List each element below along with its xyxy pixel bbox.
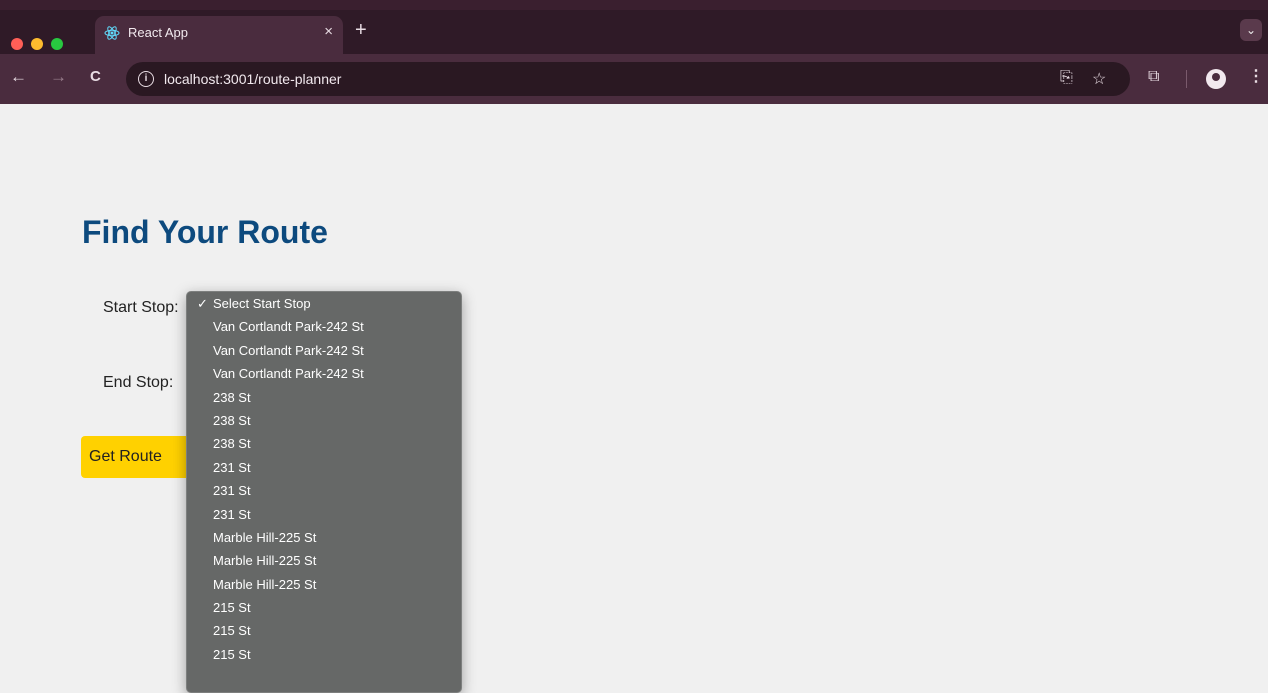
dropdown-option[interactable]: Van Cortlandt Park-242 St bbox=[187, 339, 461, 362]
dropdown-option-label: Marble Hill-225 St bbox=[213, 553, 317, 569]
dropdown-option-label: 238 St bbox=[213, 412, 251, 428]
dropdown-option-label: Van Cortlandt Park-242 St bbox=[213, 342, 364, 358]
minimize-window-button[interactable] bbox=[31, 38, 43, 50]
toolbar-divider bbox=[1186, 70, 1187, 88]
dropdown-option-label: 215 St bbox=[213, 600, 251, 616]
dropdown-option[interactable]: Marble Hill-225 St bbox=[187, 526, 461, 549]
tab-search-chevron-icon[interactable]: ⌄ bbox=[1240, 19, 1262, 41]
dropdown-option-label: Select Start Stop bbox=[213, 296, 311, 311]
info-icon[interactable]: i bbox=[138, 71, 154, 87]
menu-icon[interactable]: ⋮ bbox=[1248, 68, 1264, 86]
browser-tab[interactable]: React App × bbox=[95, 16, 343, 54]
dropdown-option-label: Marble Hill-225 St bbox=[213, 529, 317, 545]
dropdown-option-label: 238 St bbox=[213, 389, 251, 405]
react-favicon bbox=[104, 26, 120, 40]
profile-icon[interactable] bbox=[1206, 69, 1226, 89]
tab-title: React App bbox=[128, 25, 188, 40]
address-bar[interactable]: i localhost:3001/route-planner ⎘ ☆ bbox=[126, 62, 1130, 96]
dropdown-option-label: Van Cortlandt Park-242 St bbox=[213, 366, 364, 382]
dropdown-option[interactable]: ✓ Select Start Stop bbox=[187, 292, 461, 315]
extensions-icon[interactable]: ⧉ bbox=[1148, 68, 1159, 86]
dropdown-option[interactable]: Van Cortlandt Park-242 St bbox=[187, 315, 461, 338]
start-stop-label: Start Stop: bbox=[103, 299, 179, 316]
dropdown-option[interactable]: 231 St bbox=[187, 479, 461, 502]
end-stop-label: End Stop: bbox=[103, 374, 174, 391]
dropdown-option[interactable]: 238 St bbox=[187, 409, 461, 432]
new-tab-icon[interactable]: + bbox=[355, 20, 367, 40]
dropdown-option[interactable]: 238 St bbox=[187, 432, 461, 455]
forward-icon[interactable]: → bbox=[50, 67, 67, 87]
dropdown-option[interactable]: Van Cortlandt Park-242 St bbox=[187, 362, 461, 385]
page-title: Find Your Route bbox=[82, 214, 328, 250]
dropdown-option-label: 231 St bbox=[213, 506, 251, 522]
star-icon[interactable]: ☆ bbox=[1092, 69, 1106, 89]
browser-toolbar: ← → C i localhost:3001/route-planner ⎘ ☆… bbox=[0, 54, 1268, 104]
dropdown-option[interactable]: 238 St bbox=[187, 386, 461, 409]
dropdown-option-label: 231 St bbox=[213, 483, 251, 499]
dropdown-option-label: 238 St bbox=[213, 436, 251, 452]
window-controls bbox=[11, 38, 63, 50]
dropdown-option[interactable]: Marble Hill-225 St bbox=[187, 549, 461, 572]
dropdown-option[interactable]: 215 St bbox=[187, 643, 461, 666]
dropdown-option-label: 215 St bbox=[213, 623, 251, 639]
browser-chrome: React App × + ⌄ ← → C i localhost:3001/r… bbox=[0, 0, 1268, 104]
dropdown-option-label: 231 St bbox=[213, 459, 251, 475]
reload-icon[interactable]: C bbox=[90, 67, 101, 87]
install-icon[interactable]: ⎘ bbox=[1060, 69, 1073, 87]
dropdown-option[interactable]: 231 St bbox=[187, 503, 461, 526]
close-window-button[interactable] bbox=[11, 38, 23, 50]
dropdown-option-label: 215 St bbox=[213, 646, 251, 662]
start-stop-dropdown[interactable]: ✓ Select Start Stop Van Cortlandt Park-242… bbox=[186, 291, 462, 693]
dropdown-option-label: Van Cortlandt Park-242 St bbox=[213, 319, 364, 335]
url-text[interactable]: localhost:3001/route-planner bbox=[164, 71, 341, 87]
close-tab-icon[interactable]: × bbox=[324, 23, 333, 40]
maximize-window-button[interactable] bbox=[51, 38, 63, 50]
dropdown-option[interactable]: 215 St bbox=[187, 596, 461, 619]
get-route-button[interactable]: Get Route bbox=[81, 436, 191, 478]
dropdown-option-label: Marble Hill-225 St bbox=[213, 576, 317, 592]
checkmark-icon: ✓ bbox=[197, 296, 208, 311]
dropdown-option[interactable]: 215 St bbox=[187, 619, 461, 642]
dropdown-option[interactable]: Marble Hill-225 St bbox=[187, 573, 461, 596]
back-icon[interactable]: ← bbox=[10, 67, 27, 87]
dropdown-option[interactable]: 231 St bbox=[187, 456, 461, 479]
